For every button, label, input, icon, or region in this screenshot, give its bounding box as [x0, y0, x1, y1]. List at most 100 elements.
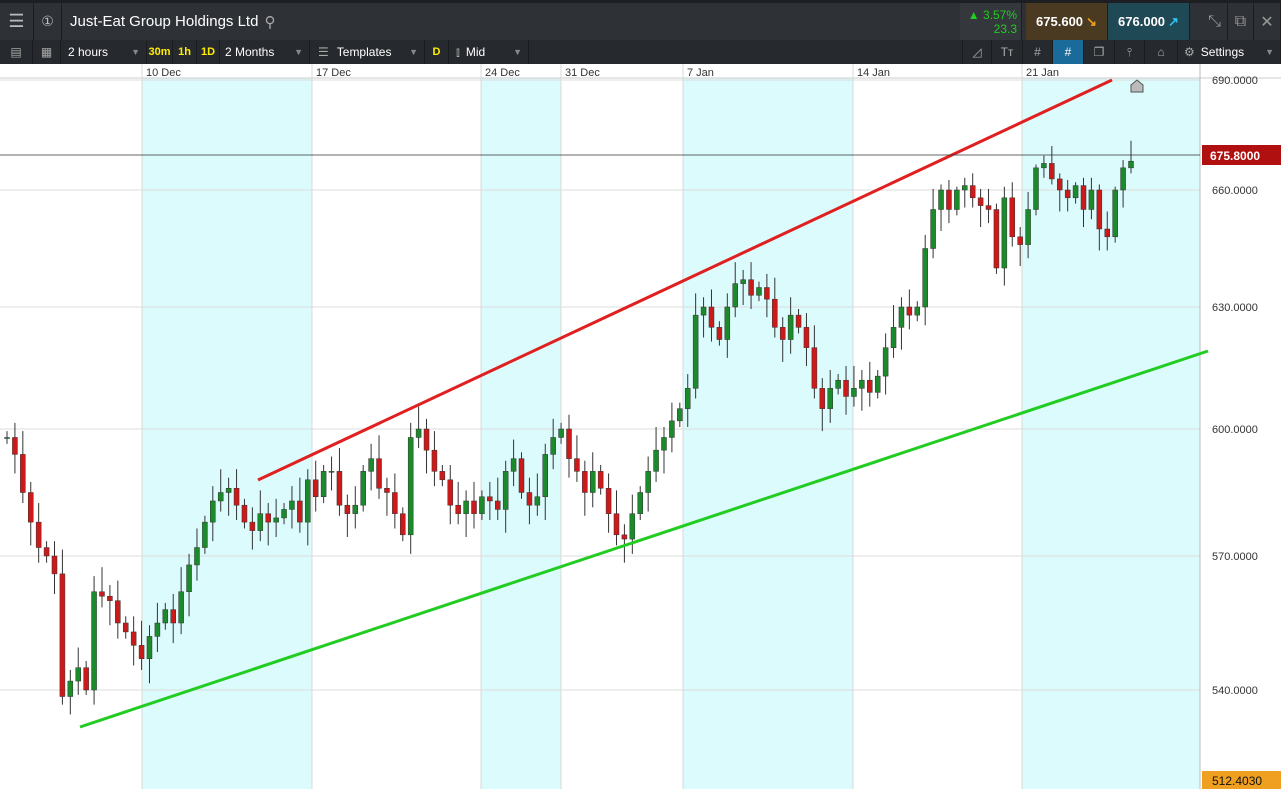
draw-line-icon[interactable]: ◿ [962, 40, 992, 64]
candle [653, 426, 659, 482]
text-icon[interactable]: Tт [992, 40, 1023, 64]
layout-icon[interactable]: ▦ [33, 40, 61, 64]
candle [922, 234, 928, 326]
candle [115, 580, 121, 639]
candle [669, 402, 675, 453]
candle [336, 448, 343, 516]
candle [874, 370, 881, 399]
candle [1112, 186, 1118, 243]
interval-select[interactable]: 2 hours ▼ [61, 40, 147, 64]
price-tick-label: 690.0000 [1212, 75, 1258, 87]
info-icon[interactable]: ① [34, 3, 62, 40]
candle [107, 585, 113, 626]
d-button[interactable]: D [425, 40, 449, 64]
candle [574, 435, 580, 482]
close-icon[interactable]: ✕ [1254, 3, 1281, 40]
candle [368, 443, 374, 491]
templates-select[interactable]: ☰ Templates ▼ [310, 40, 425, 64]
candle [518, 452, 525, 499]
candle [122, 616, 129, 639]
candle [677, 402, 683, 427]
date-label: 24 Dec [485, 67, 520, 79]
candle [312, 460, 319, 512]
candle [946, 180, 952, 224]
candle [455, 481, 461, 525]
candle [613, 490, 620, 546]
crosshair-icon[interactable]: # [1053, 40, 1084, 64]
candle [906, 289, 913, 330]
sell-button[interactable]: 675.600 ↘ [1026, 3, 1108, 40]
candle [882, 333, 889, 395]
price-tick-label: 660.0000 [1212, 185, 1258, 197]
list-icon[interactable]: ▤ [0, 40, 33, 64]
candle [954, 186, 960, 216]
candle [890, 305, 897, 358]
price-tick-label: 600.0000 [1212, 424, 1258, 436]
price-tick-label: 630.0000 [1212, 302, 1258, 314]
candle [439, 464, 446, 487]
candle [985, 188, 992, 224]
candle [20, 431, 26, 504]
candle [993, 203, 1000, 274]
popout-icon[interactable]: ⧉ [1228, 3, 1254, 40]
week-band [142, 78, 312, 789]
candle [637, 486, 643, 521]
candle [320, 464, 327, 504]
price-tick-label: 570.0000 [1212, 551, 1258, 563]
candle [1009, 182, 1016, 247]
candle [431, 431, 438, 487]
range-select[interactable]: 2 Months ▼ [220, 40, 310, 64]
search-icon[interactable]: ⚲ [264, 13, 275, 31]
candle [463, 490, 469, 537]
title-bar: ☰ ① Just-Eat Group Holdings Ltd ⚲ ▲ 3.57… [0, 0, 1281, 40]
candle [930, 188, 936, 259]
candle [328, 456, 335, 491]
instrument-title: Just-Eat Group Holdings Ltd [70, 13, 259, 30]
candle [407, 422, 414, 554]
candle [605, 473, 612, 533]
candle [51, 541, 58, 594]
grid-icon[interactable]: # [1023, 40, 1053, 64]
label-icon[interactable]: ⌂ [1145, 40, 1178, 64]
candle [938, 184, 944, 231]
candle [471, 481, 477, 529]
minimize-icon[interactable]: ⤡ [1202, 3, 1228, 40]
candle [1033, 164, 1039, 216]
candles-icon: ⫾ [456, 44, 460, 59]
settings-button[interactable]: ⚙ Settings ▼ [1178, 40, 1281, 64]
candle [914, 301, 921, 322]
candle [597, 464, 604, 495]
candle [1001, 186, 1008, 286]
candle [344, 494, 351, 537]
candle [969, 173, 976, 208]
quick-1h[interactable]: 1h [173, 40, 197, 64]
candle [4, 431, 10, 444]
candle [661, 426, 667, 474]
quick-30m[interactable]: 30m [147, 40, 173, 64]
candle [91, 576, 97, 705]
candle [867, 361, 873, 407]
candle [384, 477, 390, 516]
candle [859, 370, 865, 411]
week-band [683, 78, 853, 789]
layers-icon[interactable]: ❐ [1084, 40, 1115, 64]
buy-button[interactable]: 676.000 ↗ [1108, 3, 1190, 40]
candle [67, 669, 74, 715]
candle [130, 616, 137, 666]
change-pct: ▲ 3.57% [967, 7, 1017, 22]
indicator-icon[interactable]: ⫯ [1115, 40, 1145, 64]
date-label: 31 Dec [565, 67, 600, 79]
date-label: 10 Dec [146, 67, 181, 79]
price-type-select[interactable]: ⫾ Mid ▼ [449, 40, 529, 64]
quick-1d[interactable]: 1D [197, 40, 220, 64]
candle [415, 406, 422, 449]
candle [962, 177, 968, 208]
candle [400, 507, 406, 542]
templates-icon: ☰ [318, 45, 329, 59]
price-chart[interactable]: 10 Dec 17 Dec 24 Dec 31 Dec 7 Jan 14 Jan 21 Ja… [0, 64, 1281, 789]
candle [898, 297, 905, 350]
candle [99, 567, 105, 608]
candle [27, 481, 34, 546]
change-abs: 23.3 [993, 21, 1017, 36]
menu-icon[interactable]: ☰ [0, 3, 34, 40]
